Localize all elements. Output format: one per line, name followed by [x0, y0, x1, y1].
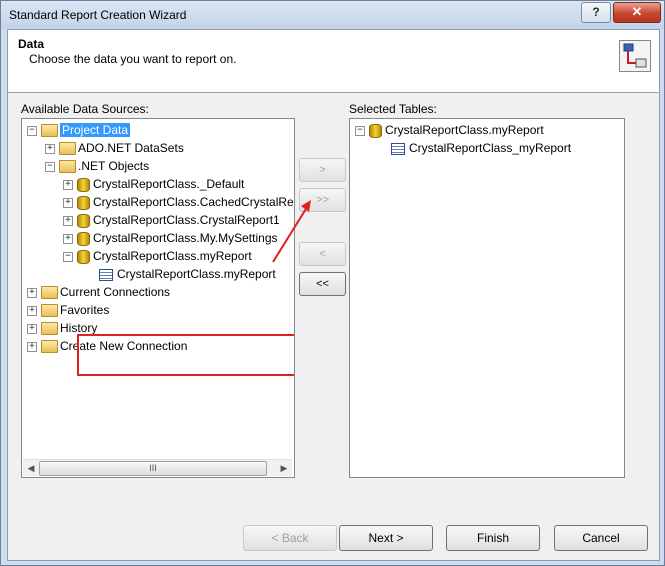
- collapse-minus-icon[interactable]: −: [63, 251, 73, 262]
- tree-label: Current Connections: [60, 285, 171, 299]
- tree-label: CrystalReportClass.myReport: [385, 123, 544, 137]
- selected-tables-tree[interactable]: − CrystalReportClass.myReport CrystalRepo…: [349, 118, 625, 478]
- wizard-header: Data Choose the data you want to report …: [8, 30, 659, 93]
- selected-node-myreport-table[interactable]: CrystalReportClass_myReport: [391, 139, 571, 157]
- folder-icon: [41, 340, 58, 354]
- tree-node-settings-class[interactable]: + CrystalReportClass.My.MySettings: [63, 229, 278, 247]
- available-data-sources-label: Available Data Sources:: [21, 102, 149, 116]
- tree-label: CrystalReportClass.CrystalReport1: [93, 213, 280, 227]
- tree-node-cached-class[interactable]: + CrystalReportClass.CachedCrystalRe: [63, 193, 294, 211]
- expand-plus-icon[interactable]: +: [63, 215, 73, 226]
- tree-node-current-connections[interactable]: + Current Connections: [27, 283, 170, 301]
- expand-plus-icon[interactable]: +: [63, 197, 73, 208]
- tree-label: CrystalReportClass.myReport: [93, 249, 252, 263]
- tree-label: Project Data: [60, 123, 131, 137]
- collapse-minus-icon[interactable]: −: [27, 125, 37, 136]
- wizard-window: Standard Report Creation Wizard ? ✕ Data…: [0, 0, 665, 566]
- tree-node-project-data[interactable]: − Project Data: [27, 121, 131, 139]
- expand-plus-icon[interactable]: +: [45, 143, 55, 154]
- remove-all-button[interactable]: <<: [299, 272, 346, 296]
- wizard-client-area: Data Choose the data you want to report …: [7, 29, 660, 561]
- tree-label: ADO.NET DataSets: [78, 141, 184, 155]
- close-button[interactable]: ✕: [613, 2, 661, 23]
- database-icon: [77, 213, 90, 228]
- finish-button[interactable]: Finish: [446, 525, 540, 551]
- available-data-sources-tree[interactable]: − Project Data + ADO.NET DataSets − .NET Ob…: [21, 118, 295, 478]
- step-subtitle: Choose the data you want to report on.: [29, 52, 237, 66]
- tree-node-default-class[interactable]: + CrystalReportClass._Default: [63, 175, 244, 193]
- selected-node-myreport-class[interactable]: − CrystalReportClass.myReport: [355, 121, 544, 139]
- folder-icon: [41, 322, 58, 336]
- expand-plus-icon[interactable]: +: [27, 305, 37, 316]
- folder-icon: [59, 160, 76, 174]
- database-icon: [77, 231, 90, 246]
- add-one-button[interactable]: >: [299, 158, 346, 182]
- scroll-left-icon[interactable]: ◀: [25, 462, 37, 474]
- selected-tables-label: Selected Tables:: [349, 102, 437, 116]
- scroll-thumb[interactable]: III: [39, 461, 267, 476]
- collapse-minus-icon[interactable]: −: [355, 125, 365, 136]
- tree-label: CrystalReportClass.myReport: [117, 267, 276, 281]
- collapse-minus-icon[interactable]: −: [45, 161, 55, 172]
- tree-node-ado-datasets[interactable]: + ADO.NET DataSets: [45, 139, 184, 157]
- expand-plus-icon[interactable]: +: [63, 233, 73, 244]
- expand-plus-icon[interactable]: +: [27, 287, 37, 298]
- cancel-button[interactable]: Cancel: [554, 525, 648, 551]
- expand-plus-icon[interactable]: +: [27, 341, 37, 352]
- folder-icon: [59, 142, 76, 156]
- database-icon: [77, 177, 90, 192]
- tree-label: Favorites: [60, 303, 110, 317]
- annotation-arrow-icon: [272, 200, 311, 263]
- tree-node-myreport-class[interactable]: − CrystalReportClass.myReport: [63, 247, 252, 265]
- window-title: Standard Report Creation Wizard: [9, 8, 187, 22]
- folder-icon: [41, 304, 58, 318]
- folder-icon: [41, 124, 58, 138]
- next-button[interactable]: Next >: [339, 525, 433, 551]
- title-bar: Standard Report Creation Wizard ? ✕: [1, 1, 664, 29]
- tree-node-net-objects[interactable]: − .NET Objects: [45, 157, 149, 175]
- table-icon: [99, 268, 113, 281]
- tree-label: CrystalReportClass_myReport: [409, 141, 572, 155]
- tree-label: .NET Objects: [78, 159, 150, 173]
- expand-plus-icon[interactable]: +: [63, 179, 73, 190]
- data-wizard-icon: [619, 40, 651, 72]
- tree-node-myreport-table[interactable]: CrystalReportClass.myReport: [99, 265, 276, 283]
- tree-label: CrystalReportClass.My.MySettings: [93, 231, 278, 245]
- folder-icon: [41, 286, 58, 300]
- help-button[interactable]: ?: [581, 2, 611, 23]
- tree-label: History: [60, 321, 98, 335]
- tree-node-report1-class[interactable]: + CrystalReportClass.CrystalReport1: [63, 211, 280, 229]
- back-button[interactable]: < Back: [243, 525, 337, 551]
- expand-plus-icon[interactable]: +: [27, 323, 37, 334]
- database-icon: [369, 123, 382, 138]
- step-title: Data: [18, 37, 45, 51]
- annotation-highlight-box: [77, 334, 294, 376]
- tree-node-favorites[interactable]: + Favorites: [27, 301, 109, 319]
- horizontal-scrollbar[interactable]: ◀ III ▶: [23, 459, 292, 476]
- scroll-right-icon[interactable]: ▶: [278, 462, 290, 474]
- table-icon: [391, 142, 405, 155]
- tree-label: CrystalReportClass._Default: [93, 177, 245, 191]
- database-icon: [77, 195, 90, 210]
- database-icon: [77, 249, 90, 264]
